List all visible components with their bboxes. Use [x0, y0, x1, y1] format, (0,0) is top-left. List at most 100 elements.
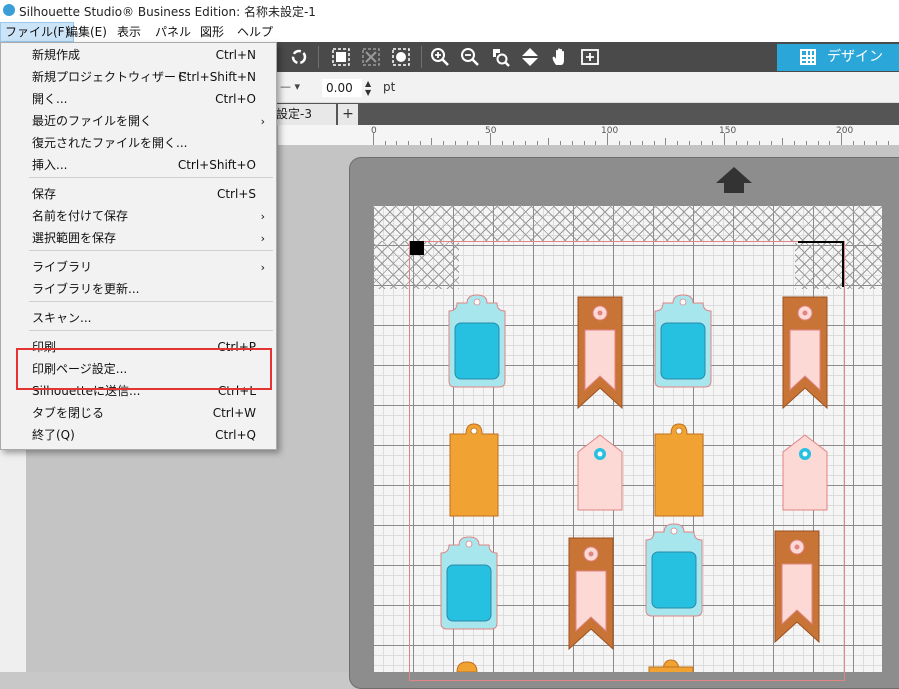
tag-shape[interactable] — [452, 661, 482, 672]
line-width-stepper[interactable]: ▲ ▼ — [365, 79, 371, 97]
menu-separator — [29, 250, 273, 251]
menu-help[interactable]: ヘルプ — [233, 22, 277, 42]
menu-item-new-project-wizard[interactable]: 新規プロジェクトウィザード Ctrl+Shift+N — [1, 67, 276, 88]
effects-icon[interactable] — [391, 47, 411, 67]
submenu-arrow-icon: › — [260, 232, 265, 245]
tag-shape[interactable] — [437, 535, 501, 631]
app-icon — [3, 4, 15, 16]
menu-item-save[interactable]: 保存 Ctrl+S — [1, 184, 276, 205]
menu-item-refresh-library[interactable]: ライブラリを更新... — [1, 279, 276, 300]
ruler-tick — [841, 133, 842, 145]
toolbar-divider — [421, 46, 422, 68]
menu-shapes[interactable]: 図形 — [196, 22, 228, 42]
tag-shape[interactable] — [781, 434, 829, 512]
menu-separator — [29, 177, 273, 178]
bookmark-shape[interactable] — [577, 296, 623, 410]
menu-item-label: 保存 — [32, 187, 57, 201]
menu-item-scan[interactable]: スキャン... — [1, 308, 276, 329]
tag-shape[interactable] — [445, 293, 509, 389]
menu-item-label: 選択範囲を保存 — [32, 231, 117, 245]
bookmark-shape[interactable] — [782, 296, 828, 410]
menu-item-label: 開く... — [32, 92, 68, 106]
bookmark-shape[interactable] — [568, 537, 614, 651]
tag-shape[interactable] — [642, 522, 706, 618]
tag-shape[interactable] — [647, 655, 695, 672]
menu-item-open-recent[interactable]: 最近のファイルを開く › — [1, 111, 276, 132]
submenu-arrow-icon: › — [260, 261, 265, 274]
menu-item-exit[interactable]: 終了(Q) Ctrl+Q — [1, 425, 276, 446]
rotate-icon[interactable] — [289, 47, 309, 67]
group-icon[interactable] — [331, 47, 351, 67]
menu-edit[interactable]: 編集(E) — [62, 22, 111, 42]
ruler-label: 100 — [601, 126, 619, 136]
menu-item-label: 終了(Q) — [32, 428, 75, 442]
ruler-tick — [431, 138, 432, 145]
menu-item-label: 新規作成 — [32, 48, 81, 62]
ruler-tick — [548, 138, 549, 145]
menu-item-label: 復元されたファイルを開く... — [32, 136, 188, 150]
menu-item-close-tab[interactable]: タブを閉じる Ctrl+W — [1, 403, 276, 424]
design-grid-icon — [800, 49, 816, 65]
zoom-in-icon[interactable] — [430, 47, 450, 67]
menu-item-shortcut: Ctrl+Shift+O — [177, 158, 256, 172]
tag-shape[interactable] — [576, 434, 624, 512]
line-width-input[interactable]: 0.00 — [322, 79, 362, 97]
menu-separator — [29, 301, 273, 302]
move-arrow-up-icon[interactable] — [715, 166, 753, 194]
ungroup-icon[interactable] — [361, 47, 381, 67]
zoom-out-icon[interactable] — [460, 47, 480, 67]
tag-shape[interactable] — [448, 422, 500, 518]
menu-item-shortcut: Ctrl+N — [215, 48, 256, 62]
menu-view[interactable]: 表示 — [113, 22, 145, 42]
menu-item-label: 挿入... — [32, 158, 68, 172]
menu-panel[interactable]: パネル — [151, 22, 195, 42]
highlight-annotation — [16, 348, 272, 390]
design-tab-label: デザイン — [827, 49, 883, 65]
tag-shape[interactable] — [651, 293, 715, 389]
move-up-icon[interactable] — [520, 47, 540, 67]
menu-item-insert[interactable]: 挿入... Ctrl+Shift+O — [1, 155, 276, 176]
submenu-arrow-icon: › — [260, 210, 265, 223]
line-style-dropdown[interactable]: — ▾ — [280, 80, 300, 93]
bookmark-shape[interactable] — [774, 530, 820, 644]
menu-item-label: 最近のファイルを開く — [32, 114, 153, 128]
menu-item-shortcut: Ctrl+Q — [215, 428, 256, 442]
zoom-selection-icon[interactable] — [490, 47, 510, 67]
menu-item-label: タブを閉じる — [32, 406, 105, 420]
menu-item-open[interactable]: 開く... Ctrl+O — [1, 89, 276, 110]
ruler-tick — [665, 138, 666, 145]
ruler-tick — [724, 133, 725, 145]
tag-shape[interactable] — [653, 422, 705, 518]
menu-item-open-recovered[interactable]: 復元されたファイルを開く... — [1, 133, 276, 154]
menu-item-label: スキャン... — [32, 311, 92, 325]
menu-bar: ファイル(F) 編集(E) 表示 パネル 図形 ヘルプ — [0, 22, 899, 42]
menu-item-new[interactable]: 新規作成 Ctrl+N — [1, 45, 276, 66]
menu-item-shortcut: Ctrl+Shift+N — [178, 70, 256, 84]
title-bar: Silhouette Studio® Business Edition: 名称未… — [0, 0, 899, 22]
ruler-tick — [373, 133, 374, 145]
menu-item-label: ライブラリを更新... — [32, 282, 140, 296]
design-tab-button[interactable]: デザイン — [777, 44, 899, 71]
document-tab[interactable]: 設定-3 — [270, 104, 336, 125]
menu-item-shortcut: Ctrl+S — [216, 187, 256, 201]
horizontal-ruler: 0 50 100 150 200 — [278, 125, 899, 146]
ruler-label: 150 — [719, 126, 737, 136]
fit-page-icon[interactable] — [580, 47, 600, 67]
menu-item-label: 名前を付けて保存 — [32, 209, 129, 223]
pan-hand-icon[interactable] — [550, 47, 570, 67]
menu-item-label: 新規プロジェクトウィザード — [32, 70, 189, 84]
toolbar-divider — [318, 46, 319, 68]
menu-item-save-selection[interactable]: 選択範囲を保存 › — [1, 228, 276, 249]
menu-item-library[interactable]: ライブラリ › — [1, 257, 276, 278]
ruler-tick — [782, 138, 783, 145]
add-tab-button[interactable]: + — [338, 104, 358, 125]
ruler-tick — [490, 133, 491, 145]
menu-item-save-as[interactable]: 名前を付けて保存 › — [1, 206, 276, 227]
menu-item-label: ライブラリ — [32, 260, 93, 274]
window-title: Silhouette Studio® Business Edition: 名称未… — [19, 5, 316, 19]
ruler-tick — [607, 133, 608, 145]
unit-label: pt — [383, 80, 396, 94]
registration-mark — [410, 241, 424, 255]
no-cut-zone — [373, 205, 882, 241]
menu-item-shortcut: Ctrl+W — [212, 406, 256, 420]
